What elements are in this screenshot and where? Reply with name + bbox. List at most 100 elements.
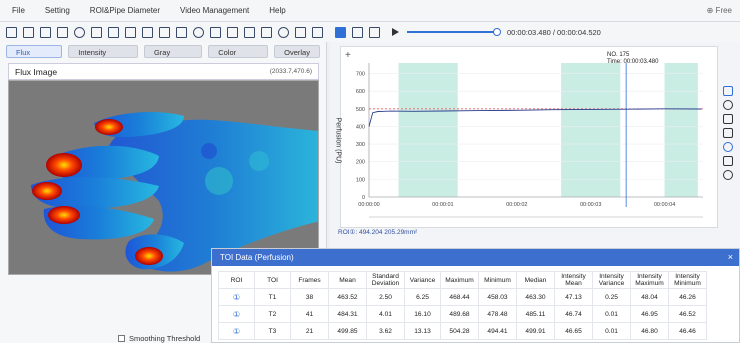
rectangle-roi-icon[interactable] [57, 26, 68, 38]
col-int-mean: Intensity Mean [554, 271, 593, 289]
menu-video-management[interactable]: Video Management [180, 6, 249, 15]
playback-slider[interactable] [407, 28, 501, 36]
undo-icon[interactable] [193, 26, 204, 38]
smoothing-threshold[interactable]: Smoothing Threshold [118, 334, 200, 343]
cursor-coordinate: (2033.7,470.6) [269, 68, 312, 75]
split-view-icon[interactable] [352, 26, 363, 38]
table-row[interactable]: ① T1 38 463.52 2.50 6.25 468.44 458.03 4… [218, 288, 707, 306]
menu-help[interactable]: Help [269, 6, 285, 15]
settings-icon[interactable] [723, 100, 733, 110]
int-maximum-cell: 46.95 [630, 305, 669, 323]
roi-cell: ① [218, 305, 255, 323]
int-minimum-cell: 46.26 [668, 288, 707, 306]
pipe-icon[interactable] [142, 26, 153, 38]
menu-file[interactable]: File [12, 6, 25, 15]
graph-icon[interactable] [723, 156, 733, 166]
copy-icon[interactable] [176, 26, 187, 38]
int-mean-cell: 47.13 [554, 288, 593, 306]
line-icon[interactable] [125, 26, 136, 38]
refresh-icon[interactable] [723, 170, 733, 180]
col-std: Standard Deviation [366, 271, 405, 289]
int-minimum-cell: 46.52 [668, 305, 707, 323]
x-tick-label: 00:00:04 [654, 202, 675, 208]
chart-icon[interactable] [227, 26, 238, 38]
toi-table: ROI TOI Frames Mean Standard Deviation V… [218, 271, 707, 340]
image-icon[interactable] [295, 26, 306, 38]
roi-cell: ① [218, 322, 255, 340]
toi-header-row: ROI TOI Frames Mean Standard Deviation V… [218, 271, 707, 289]
maximum-cell: 489.68 [440, 305, 479, 323]
layout-icon[interactable] [335, 26, 346, 38]
playback-thumb[interactable] [493, 28, 501, 36]
menu-roi-pipe[interactable]: ROI&Pipe Diameter [90, 6, 160, 15]
int-variance-cell: 0.25 [592, 288, 631, 306]
perfusion-chart[interactable]: + Perfusion (PU) 0 100 200 300 400 500 600 700 0… [334, 46, 718, 228]
frames-cell: 21 [290, 322, 329, 340]
save-chart-icon[interactable] [723, 128, 733, 138]
pen-icon[interactable] [108, 26, 119, 38]
table-row[interactable]: ① T2 41 484.31 4.01 16.10 489.68 478.48 … [218, 305, 707, 323]
tab-gray-image[interactable]: Gray Image [143, 45, 203, 70]
angle-icon[interactable] [159, 26, 170, 38]
y-tick-label: 600 [356, 89, 365, 95]
save-icon[interactable] [23, 26, 34, 38]
toi-band-1 [398, 63, 458, 197]
toi-cell: T3 [254, 322, 291, 340]
tab-overlay[interactable]: Overlay [274, 45, 320, 58]
delete-icon[interactable] [210, 26, 221, 38]
close-icon[interactable]: × [728, 249, 733, 266]
grid-icon[interactable] [261, 26, 272, 38]
polygon-roi-icon[interactable] [91, 26, 102, 38]
open-folder-icon[interactable] [6, 26, 17, 38]
table-icon[interactable] [723, 114, 733, 124]
roi-info: ROI①: 494.204 205.29mm² [338, 229, 418, 236]
smoothing-checkbox[interactable] [118, 335, 125, 342]
smoothing-label: Smoothing Threshold [129, 334, 201, 343]
circle-roi-icon[interactable] [74, 26, 85, 38]
x-tick-label: 00:00:02 [506, 202, 527, 208]
y-tick-label: 100 [356, 177, 365, 183]
play-icon[interactable] [392, 28, 399, 36]
y-tick-label: 0 [362, 195, 365, 201]
mean-cell: 499.85 [328, 322, 367, 340]
col-frames: Frames [290, 271, 329, 289]
tab-color-image[interactable]: Color Image [208, 45, 269, 70]
maximum-cell: 504.28 [440, 322, 479, 340]
tab-flux-image[interactable]: Flux Image [6, 45, 63, 70]
x-tick-label: 00:00:01 [432, 202, 453, 208]
median-cell: 499.91 [516, 322, 555, 340]
pointer-icon[interactable] [723, 86, 733, 96]
minimum-cell: 458.03 [478, 288, 517, 306]
roi-cell: ① [218, 288, 255, 306]
toi-cell: T1 [254, 288, 291, 306]
col-variance: Variance [404, 271, 441, 289]
circle-icon[interactable] [723, 142, 733, 152]
flux-image-canvas[interactable] [8, 80, 319, 275]
fullscreen-icon[interactable] [244, 26, 255, 38]
y-tick-label: 400 [356, 124, 365, 130]
image-header: Flux Image (2033.7,470.6) [8, 63, 319, 80]
toi-data-panel: TOI Data (Perfusion) × ROI TOI Frames Me… [211, 248, 740, 343]
variance-cell: 6.25 [404, 288, 441, 306]
col-mean: Mean [328, 271, 367, 289]
toi-header: TOI Data (Perfusion) × [212, 249, 739, 266]
flag-icon[interactable] [312, 26, 323, 38]
col-roi: ROI [218, 271, 255, 289]
col-maximum: Maximum [440, 271, 479, 289]
col-int-variance: Intensity Variance [592, 271, 631, 289]
tab-intensity-image[interactable]: Intensity Image [68, 45, 138, 70]
table-row[interactable]: ① T3 21 499.85 3.62 13.13 504.28 494.41 … [218, 322, 707, 340]
marker-time: Time: 00:00:03.480 [607, 59, 659, 65]
palette-icon[interactable] [278, 26, 289, 38]
image-title: Flux Image [15, 67, 58, 77]
calendar-icon[interactable] [369, 26, 380, 38]
menu-bar: File Setting ROI&Pipe Diameter Video Man… [0, 0, 740, 22]
minimum-cell: 478.48 [478, 305, 517, 323]
std-cell: 4.01 [366, 305, 405, 323]
x-tick-label: 00:00:03 [580, 202, 601, 208]
int-minimum-cell: 46.46 [668, 322, 707, 340]
menu-setting[interactable]: Setting [45, 6, 70, 15]
variance-cell: 13.13 [404, 322, 441, 340]
int-maximum-cell: 48.04 [630, 288, 669, 306]
export-icon[interactable] [40, 26, 51, 38]
